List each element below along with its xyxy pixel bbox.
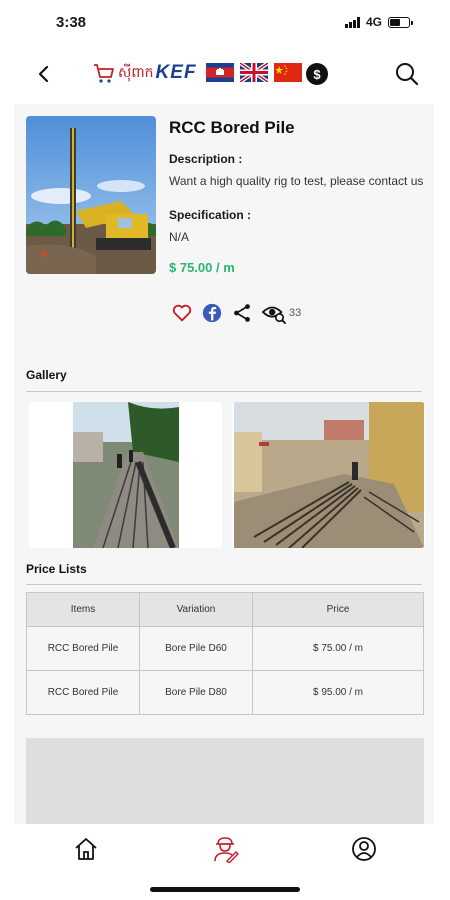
facebook-icon[interactable] <box>201 302 223 324</box>
language-selector <box>206 63 302 82</box>
status-indicators: 4G <box>344 15 413 29</box>
table-cell-item: RCC Bored Pile <box>26 626 140 671</box>
nav-engineer[interactable] <box>210 834 240 864</box>
product-actions: 33 <box>171 302 301 324</box>
description-text: Want a high quality rig to test, please … <box>169 174 424 188</box>
gallery-title: Gallery <box>26 368 67 382</box>
back-button[interactable] <box>30 60 58 88</box>
app-header: ស៊ីពាក KEF $ <box>0 50 450 96</box>
description-label: Description : <box>169 152 243 166</box>
khmer-flag-icon[interactable] <box>206 63 234 82</box>
network-type: 4G <box>365 15 382 29</box>
loading-placeholder <box>26 738 424 824</box>
price-list-title: Price Lists <box>26 562 87 576</box>
column-header-price: Price <box>252 592 424 627</box>
search-button[interactable] <box>394 61 420 87</box>
bottom-navigation <box>0 824 450 900</box>
search-icon <box>396 63 419 86</box>
cart-icon <box>94 64 114 83</box>
share-icon[interactable] <box>231 302 253 324</box>
product-image[interactable] <box>26 116 156 274</box>
gallery-image[interactable] <box>29 402 222 548</box>
table-cell-variation: Bore Pile D80 <box>139 670 253 715</box>
nav-home[interactable] <box>71 834 101 864</box>
table-row: RCC Bored Pile Bore Pile D80 $ 95.00 / m <box>26 670 424 715</box>
logo-text: KEF <box>155 62 197 83</box>
table-cell-item: RCC Bored Pile <box>26 670 140 715</box>
gallery-image[interactable] <box>232 402 425 548</box>
chevron-left-icon <box>38 65 49 83</box>
view-count: 33 <box>289 307 302 319</box>
heart-icon[interactable] <box>171 302 193 324</box>
column-header-items: Items <box>26 592 140 627</box>
uk-flag-icon[interactable] <box>240 63 268 82</box>
gallery-divider <box>26 391 422 392</box>
views-icon <box>261 306 286 324</box>
price-list-divider <box>26 584 422 585</box>
product-info: RCC Bored Pile Description : Want a high… <box>169 118 431 275</box>
nav-profile[interactable] <box>349 834 379 864</box>
gallery-photo-1 <box>72 402 179 548</box>
product-detail-panel: RCC Bored Pile Description : Want a high… <box>14 104 434 824</box>
price-table: Items Variation Price RCC Bored Pile Bor… <box>26 592 424 715</box>
table-header-row: Items Variation Price <box>26 592 424 627</box>
signal-icon <box>344 16 360 28</box>
table-cell-price: $ 75.00 / m <box>252 626 424 671</box>
table-cell-variation: Bore Pile D60 <box>139 626 253 671</box>
engineer-icon <box>214 837 239 863</box>
logo-khmer-text: ស៊ីពាក <box>118 64 154 81</box>
battery-icon <box>388 16 413 28</box>
currency-button[interactable]: $ <box>306 63 328 85</box>
app-logo: ស៊ីពាក KEF <box>92 60 197 86</box>
china-flag-icon[interactable] <box>274 63 302 82</box>
product-title: RCC Bored Pile <box>169 118 295 137</box>
status-bar: 3:38 4G <box>0 0 450 46</box>
product-price: $ 75.00 / m <box>169 260 235 275</box>
specification-text: N/A <box>169 230 190 244</box>
home-icon <box>75 838 97 860</box>
profile-icon <box>352 837 376 861</box>
table-cell-price: $ 95.00 / m <box>252 670 424 715</box>
table-row: RCC Bored Pile Bore Pile D60 $ 75.00 / m <box>26 626 424 671</box>
gallery-photo-2 <box>233 402 424 548</box>
column-header-variation: Variation <box>139 592 253 627</box>
dollar-icon: $ <box>313 66 321 82</box>
home-indicator <box>150 887 300 892</box>
specification-label: Specification : <box>169 208 252 222</box>
drilling-rig-photo <box>26 116 156 274</box>
gallery <box>29 402 425 548</box>
status-time: 3:38 <box>56 14 87 31</box>
